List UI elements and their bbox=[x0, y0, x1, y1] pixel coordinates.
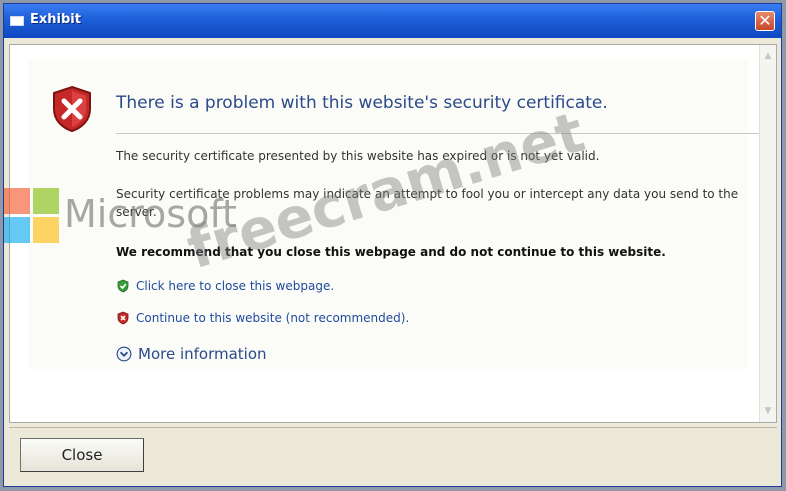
microsoft-logo-watermark bbox=[4, 188, 60, 244]
title-bar: Exhibit ✕ bbox=[4, 4, 781, 38]
shield-error-icon bbox=[53, 85, 91, 133]
close-icon[interactable]: ✕ bbox=[755, 11, 775, 31]
scroll-down-icon[interactable]: ▼ bbox=[763, 406, 773, 416]
footer-divider bbox=[9, 427, 777, 428]
logo-square-green bbox=[33, 188, 59, 214]
vertical-scrollbar[interactable]: ▲ ▼ bbox=[759, 45, 776, 422]
page-title: There is a problem with this website's s… bbox=[116, 93, 608, 113]
scroll-up-icon[interactable]: ▲ bbox=[763, 51, 773, 61]
window-title: Exhibit bbox=[30, 12, 81, 27]
shield-ok-icon bbox=[117, 279, 129, 293]
more-information-toggle[interactable]: More information bbox=[116, 345, 267, 363]
logo-square-red bbox=[4, 188, 30, 214]
window-icon bbox=[10, 16, 24, 26]
exhibit-window: Exhibit ✕ There is a problem with this w… bbox=[3, 3, 782, 487]
close-webpage-link[interactable]: Click here to close this webpage. bbox=[116, 277, 334, 295]
continue-link-label[interactable]: Continue to this website (not recommende… bbox=[136, 311, 409, 325]
shield-error-small-icon bbox=[117, 311, 129, 325]
more-information-label[interactable]: More information bbox=[138, 345, 267, 363]
logo-square-blue bbox=[4, 217, 30, 243]
divider bbox=[116, 133, 771, 134]
logo-square-yellow bbox=[33, 217, 59, 243]
continue-link[interactable]: Continue to this website (not recommende… bbox=[116, 309, 409, 327]
close-webpage-link-label[interactable]: Click here to close this webpage. bbox=[136, 279, 334, 293]
close-button[interactable]: Close bbox=[20, 438, 144, 472]
expand-circle-icon bbox=[116, 346, 132, 362]
